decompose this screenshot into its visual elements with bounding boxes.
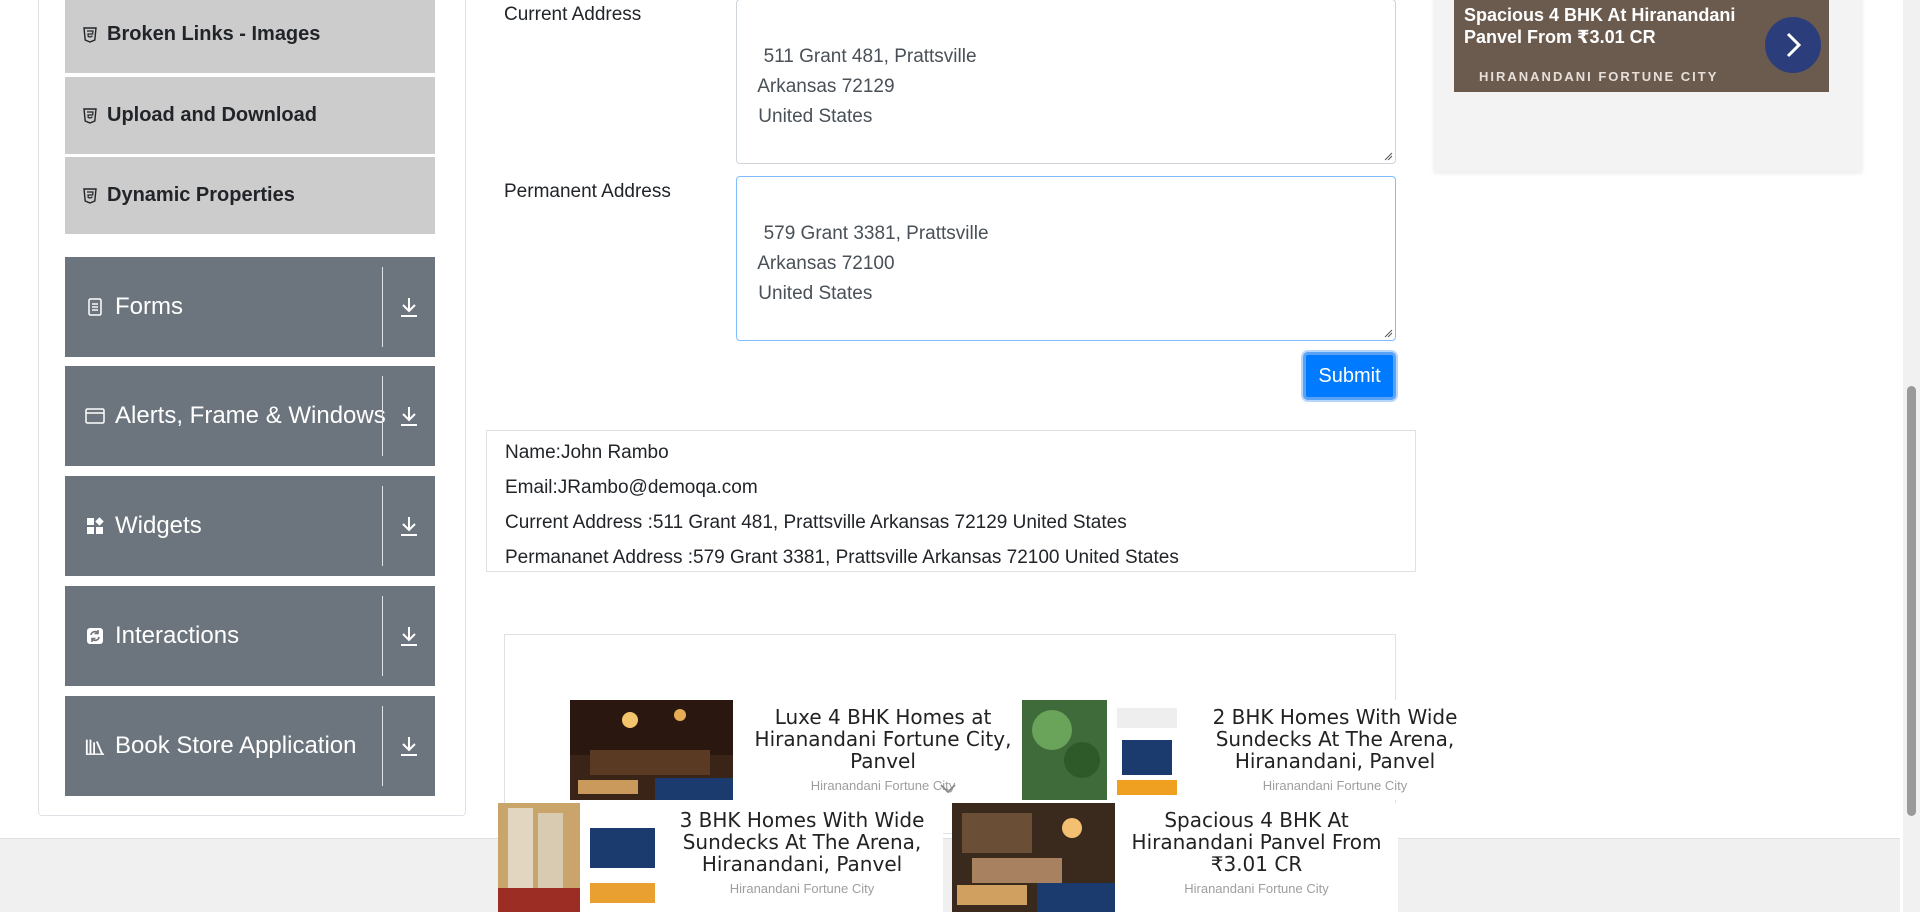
ad-thumbnail (498, 803, 661, 912)
submit-button[interactable]: Submit (1303, 352, 1396, 400)
sidebar-item-broken-links[interactable]: Broken Links - Images (65, 0, 435, 73)
sidebar-group-label: Alerts, Frame & Windows (115, 402, 386, 429)
ad-source: Hiranandani Fortune City (729, 881, 875, 896)
widgets-icon (85, 516, 105, 536)
ad-title: Luxe 4 BHK Homes at Hiranandani Fortune … (754, 705, 1012, 773)
books-icon (85, 736, 105, 756)
sidebar-item-dynamic-properties[interactable]: Dynamic Properties (65, 157, 435, 234)
divider (382, 486, 383, 566)
top-ad-title: Spacious 4 BHK At Hiranandani Panvel Fro… (1464, 5, 1736, 47)
permanent-address-textarea[interactable]: 579 Grant 3381, Prattsville Arkansas 721… (736, 176, 1396, 341)
sidebar-item-upload-download[interactable]: Upload and Download (65, 77, 435, 154)
ad-source: Hiranandani Fortune City (1262, 778, 1408, 793)
top-ad-banner[interactable]: Spacious 4 BHK At Hiranandani Panvel Fro… (1434, 0, 1862, 172)
form-icon (85, 297, 105, 317)
current-address-value: 511 Grant 481, Prattsville Arkansas 7212… (757, 46, 977, 127)
ad-card[interactable]: 2 BHK Homes With Wide Sundecks At The Ar… (1022, 700, 1485, 800)
output-email: Email:JRambo@demoqa.com (505, 477, 758, 498)
resize-handle-icon[interactable] (1383, 151, 1393, 161)
sidebar-group-label: Forms (115, 293, 183, 320)
window-icon (85, 406, 105, 426)
ad-title: Spacious 4 BHK At Hiranandani Panvel Fro… (1131, 808, 1382, 876)
html5-icon (83, 26, 97, 43)
download-arrow-icon[interactable] (395, 732, 423, 760)
sidebar-group-label: Interactions (115, 622, 240, 649)
ad-thumbnail (570, 700, 733, 800)
download-arrow-icon[interactable] (395, 293, 423, 321)
ad-source: Hiranandani Fortune City (810, 778, 956, 793)
ad-card[interactable]: Luxe 4 BHK Homes at Hiranandani Fortune … (570, 700, 1033, 800)
sidebar-item-label: Dynamic Properties (107, 184, 295, 206)
sidebar-group-label: Widgets (115, 512, 202, 539)
output-current-address: Current Address :511 Grant 481, Prattsvi… (505, 512, 1127, 533)
sidebar-group-widgets[interactable]: Widgets (65, 476, 435, 576)
download-arrow-icon[interactable] (395, 622, 423, 650)
permanent-address-label: Permanent Address (504, 181, 671, 202)
ad-title: 2 BHK Homes With Wide Sundecks At The Ar… (1212, 705, 1458, 773)
divider (382, 267, 383, 347)
output-permanent-address: Permananet Address :579 Grant 3381, Prat… (505, 547, 1179, 568)
resize-handle-icon[interactable] (1383, 328, 1393, 338)
html5-icon (83, 187, 97, 204)
ad-source: Hiranandani Fortune City (1184, 881, 1329, 896)
scrollbar[interactable] (1903, 0, 1920, 912)
current-address-textarea[interactable]: 511 Grant 481, Prattsville Arkansas 7212… (736, 0, 1396, 164)
html5-icon (83, 107, 97, 124)
ad-thumbnail (952, 803, 1115, 912)
download-arrow-icon[interactable] (395, 402, 423, 430)
ad-title: 3 BHK Homes With Wide Sundecks At The Ar… (679, 808, 925, 876)
sidebar-group-interactions[interactable]: Interactions (65, 586, 435, 686)
divider (382, 376, 383, 456)
permanent-address-value: 579 Grant 3381, Prattsville Arkansas 721… (757, 223, 989, 304)
sidebar-item-label: Upload and Download (107, 104, 317, 126)
chevron-down-icon[interactable] (938, 782, 958, 794)
ad-card[interactable]: 3 BHK Homes With Wide Sundecks At The Ar… (498, 803, 943, 912)
chevron-right-icon[interactable] (1765, 17, 1821, 73)
top-ad-image: Spacious 4 BHK At Hiranandani Panvel Fro… (1454, 0, 1829, 92)
scrollbar-thumb[interactable] (1907, 386, 1916, 816)
current-address-label: Current Address (504, 4, 642, 25)
sidebar-group-label: Book Store Application (115, 732, 357, 759)
sidebar-group-book-store[interactable]: Book Store Application (65, 696, 435, 796)
sidebar-group-alerts[interactable]: Alerts, Frame & Windows (65, 366, 435, 466)
sidebar-group-forms[interactable]: Forms (65, 257, 435, 357)
ad-card[interactable]: Spacious 4 BHK At Hiranandani Panvel Fro… (952, 803, 1398, 912)
divider (382, 706, 383, 786)
interactions-icon (85, 626, 105, 646)
divider (382, 596, 383, 676)
download-arrow-icon[interactable] (395, 512, 423, 540)
sidebar-item-label: Broken Links - Images (107, 23, 321, 45)
ad-thumbnail (1022, 700, 1185, 800)
top-ad-brand: HIRANANDANI FORTUNE CITY (1479, 69, 1719, 84)
output-name: Name:John Rambo (505, 442, 669, 463)
footer-bar (0, 838, 1900, 912)
output-panel: Name:John Rambo Email:JRambo@demoqa.com … (486, 430, 1416, 572)
